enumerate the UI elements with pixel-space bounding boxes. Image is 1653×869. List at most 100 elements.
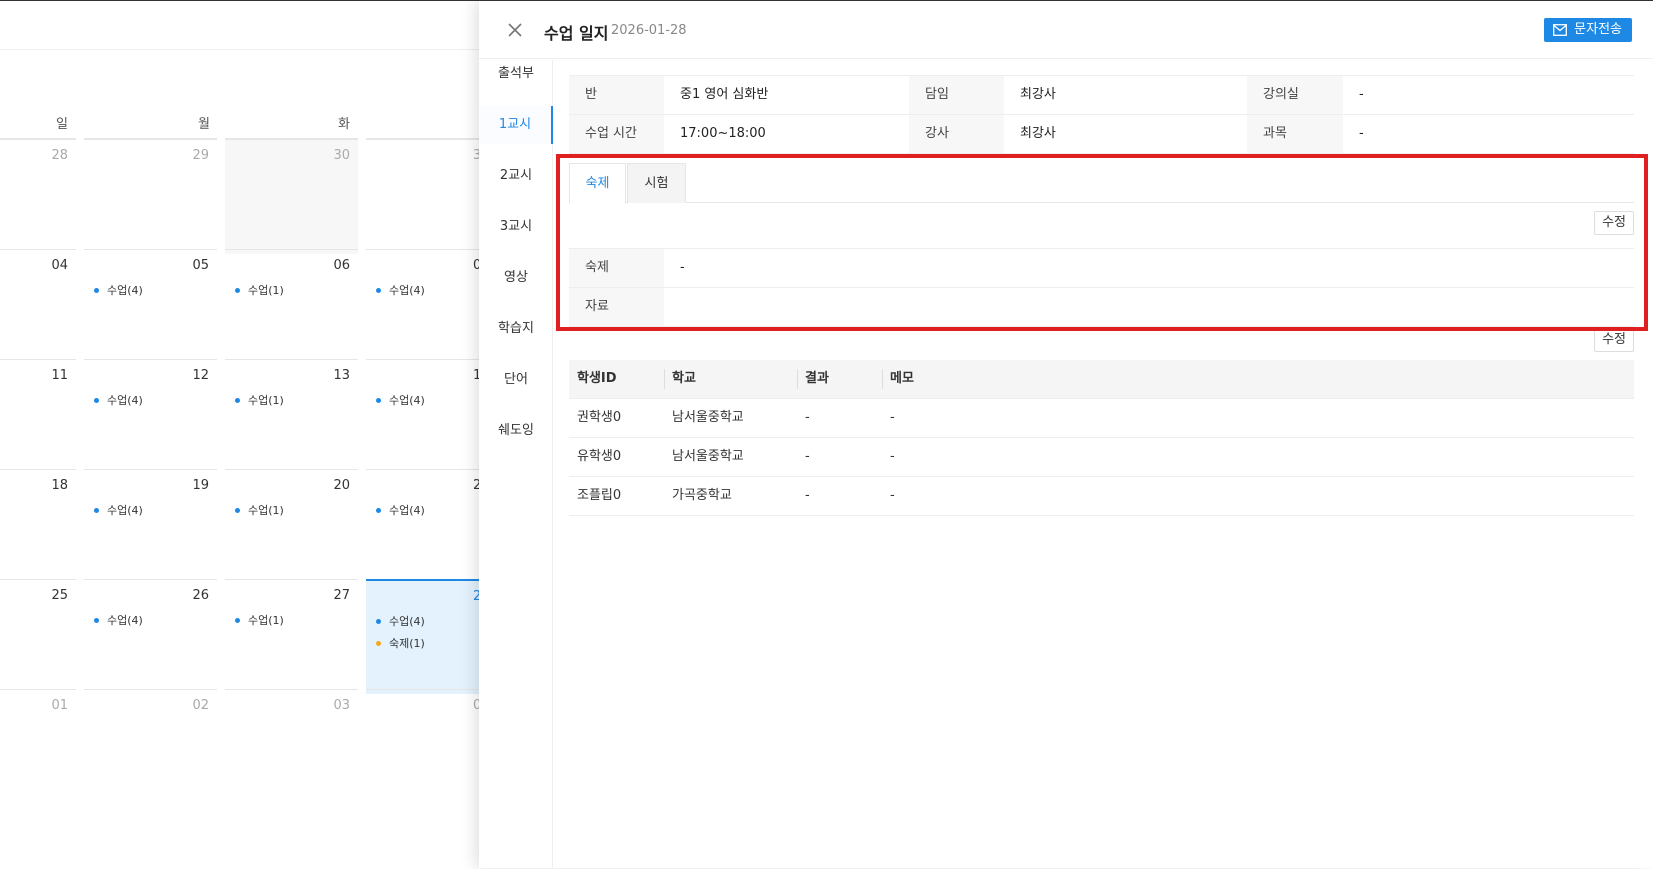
table-cell: 조플립0	[577, 488, 622, 503]
table-cell: -	[805, 449, 810, 464]
homework-row: 자료	[569, 288, 1634, 327]
material-label: 자료	[569, 288, 664, 326]
table-cell: 유학생0	[577, 449, 622, 464]
weekday-tue: 화	[338, 117, 350, 132]
calendar-event-label: 수업(4)	[389, 615, 425, 628]
table-cell: 남서울중학교	[672, 449, 744, 464]
homework-value: -	[680, 260, 685, 275]
calendar-day-cell[interactable]: 28수업(4)숙제(1)	[366, 579, 490, 694]
calendar-event[interactable]: 수업(4)	[376, 392, 425, 408]
calendar-day-cell[interactable]: 27 수업(1)	[225, 579, 358, 694]
table-cell: -	[890, 410, 895, 425]
calendar-event[interactable]: 수업(1)	[235, 612, 284, 628]
event-dot-icon	[235, 287, 240, 293]
calendar-day-cell[interactable]: 31	[366, 139, 490, 254]
calendar-day-number: 30	[333, 148, 350, 163]
calendar-day-cell[interactable]: 05 수업(4)	[84, 249, 217, 364]
event-dot-icon	[376, 507, 381, 513]
sidebar-item[interactable]: 출석부	[479, 55, 553, 93]
event-dot-icon	[94, 287, 99, 293]
calendar-day-cell[interactable]: 04	[0, 249, 76, 364]
calendar-event[interactable]: 수업(4)	[94, 282, 143, 298]
calendar-day-number: 06	[333, 258, 350, 273]
info-row: 수업 시간 17:00~18:00 강사 최강사 과목 -	[569, 115, 1634, 154]
col-student-id: 학생ID	[577, 371, 617, 386]
calendar-day-number: 11	[51, 368, 68, 383]
calendar-day-number: 03	[333, 698, 350, 713]
calendar-event[interactable]: 수업(1)	[235, 502, 284, 518]
close-button[interactable]	[505, 20, 525, 40]
sidebar-item[interactable]: 2교시	[479, 157, 553, 195]
calendar-event[interactable]: 수업(4)	[376, 613, 425, 629]
info-row: 반 중1 영어 심화반 담임 최강사 강의실 -	[569, 76, 1634, 115]
sidebar-item[interactable]: 쉐도잉	[479, 412, 553, 450]
event-dot-icon	[94, 397, 99, 403]
event-dot-icon	[376, 618, 381, 624]
event-dot-icon	[376, 397, 381, 403]
calendar-day-cell[interactable]: 12 수업(4)	[84, 359, 217, 474]
calendar-event-label: 수업(1)	[248, 504, 284, 517]
info-value-room: -	[1359, 87, 1364, 102]
calendar-day-cell[interactable]: 25	[0, 579, 76, 694]
info-value-teacher: 최강사	[1020, 126, 1056, 141]
calendar-day-cell[interactable]: 21수업(4)	[366, 469, 490, 584]
calendar-day-cell[interactable]: 26 수업(4)	[84, 579, 217, 694]
calendar-day-number: 27	[333, 588, 350, 603]
table-row[interactable]: 권학생0 남서울중학교 - -	[569, 399, 1634, 438]
calendar-day-number: 20	[333, 478, 350, 493]
calendar-day-cell[interactable]: 18	[0, 469, 76, 584]
calendar-day-cell[interactable]: 30	[225, 139, 358, 254]
homework-edit-button[interactable]: 수정	[1594, 211, 1634, 235]
calendar-event-label: 수업(4)	[107, 614, 143, 627]
event-dot-icon	[235, 617, 240, 623]
drawer-date: 2026-01-28	[611, 23, 687, 38]
calendar-day-cell[interactable]: 28	[0, 139, 76, 254]
calendar-day-cell[interactable]: 01	[0, 689, 76, 749]
calendar-day-cell[interactable]: 13 수업(1)	[225, 359, 358, 474]
calendar-day-cell[interactable]: 03	[225, 689, 358, 749]
students-table: 학생ID 학교 결과 메모 권학생0 남서울중학교 - - 유학생0 남서울중학교 - - 조플…	[569, 360, 1634, 516]
info-label-homeroom: 담임	[909, 76, 1004, 114]
sidebar-item[interactable]: 단어	[479, 361, 553, 399]
homework-row: 숙제 -	[569, 249, 1634, 288]
calendar-day-cell[interactable]: 29	[84, 139, 217, 254]
calendar-event-label: 수업(4)	[389, 284, 425, 297]
calendar-day-cell[interactable]: 06 수업(1)	[225, 249, 358, 364]
period-sidebar: 출석부 1교시 2교시 3교시 영상 학습지 단어 쉐도잉	[479, 60, 553, 869]
tab-homework[interactable]: 숙제	[569, 163, 626, 204]
calendar-event-label: 숙제(1)	[389, 637, 425, 650]
calendar-day-cell[interactable]: 19 수업(4)	[84, 469, 217, 584]
homework-label: 숙제	[569, 249, 664, 287]
calendar-day-cell[interactable]: 20 수업(1)	[225, 469, 358, 584]
lesson-log-drawer: 수업 일지 2026-01-28 문자전송 출석부 1교시 2교시 3교시 영상 학습지 단…	[479, 0, 1653, 869]
calendar-event[interactable]: 수업(4)	[376, 282, 425, 298]
tab-test[interactable]: 시험	[627, 163, 686, 203]
calendar-event[interactable]: 숙제(1)	[376, 635, 425, 651]
sidebar-item[interactable]: 학습지	[479, 310, 553, 348]
calendar-event[interactable]: 수업(4)	[94, 612, 143, 628]
info-label-teacher: 강사	[909, 115, 1004, 153]
info-value-time: 17:00~18:00	[680, 126, 766, 141]
send-sms-button[interactable]: 문자전송	[1544, 18, 1632, 42]
calendar-day-cell[interactable]: 04	[366, 689, 490, 749]
info-label-time: 수업 시간	[569, 115, 664, 153]
table-row[interactable]: 유학생0 남서울중학교 - -	[569, 438, 1634, 477]
sidebar-item[interactable]: 3교시	[479, 208, 553, 246]
calendar-event[interactable]: 수업(1)	[235, 282, 284, 298]
calendar-day-cell[interactable]: 02	[84, 689, 217, 749]
calendar-day-cell[interactable]: 11	[0, 359, 76, 474]
calendar-day-number: 13	[333, 368, 350, 383]
calendar-event[interactable]: 수업(4)	[94, 502, 143, 518]
calendar-event[interactable]: 수업(4)	[376, 502, 425, 518]
info-label-room: 강의실	[1247, 76, 1343, 114]
calendar-day-cell[interactable]: 14수업(4)	[366, 359, 490, 474]
calendar-day-cell[interactable]: 07수업(4)	[366, 249, 490, 364]
sidebar-item[interactable]: 영상	[479, 259, 553, 297]
sidebar-item[interactable]: 1교시	[479, 106, 553, 144]
calendar-event[interactable]: 수업(1)	[235, 392, 284, 408]
calendar-event[interactable]: 수업(4)	[94, 392, 143, 408]
table-row[interactable]: 조플립0 가곡중학교 - -	[569, 477, 1634, 516]
students-edit-button[interactable]: 수정	[1594, 328, 1634, 352]
homework-test-section: 숙제 시험 수정 숙제 - 자료	[569, 163, 1634, 328]
close-icon[interactable]	[505, 20, 525, 40]
